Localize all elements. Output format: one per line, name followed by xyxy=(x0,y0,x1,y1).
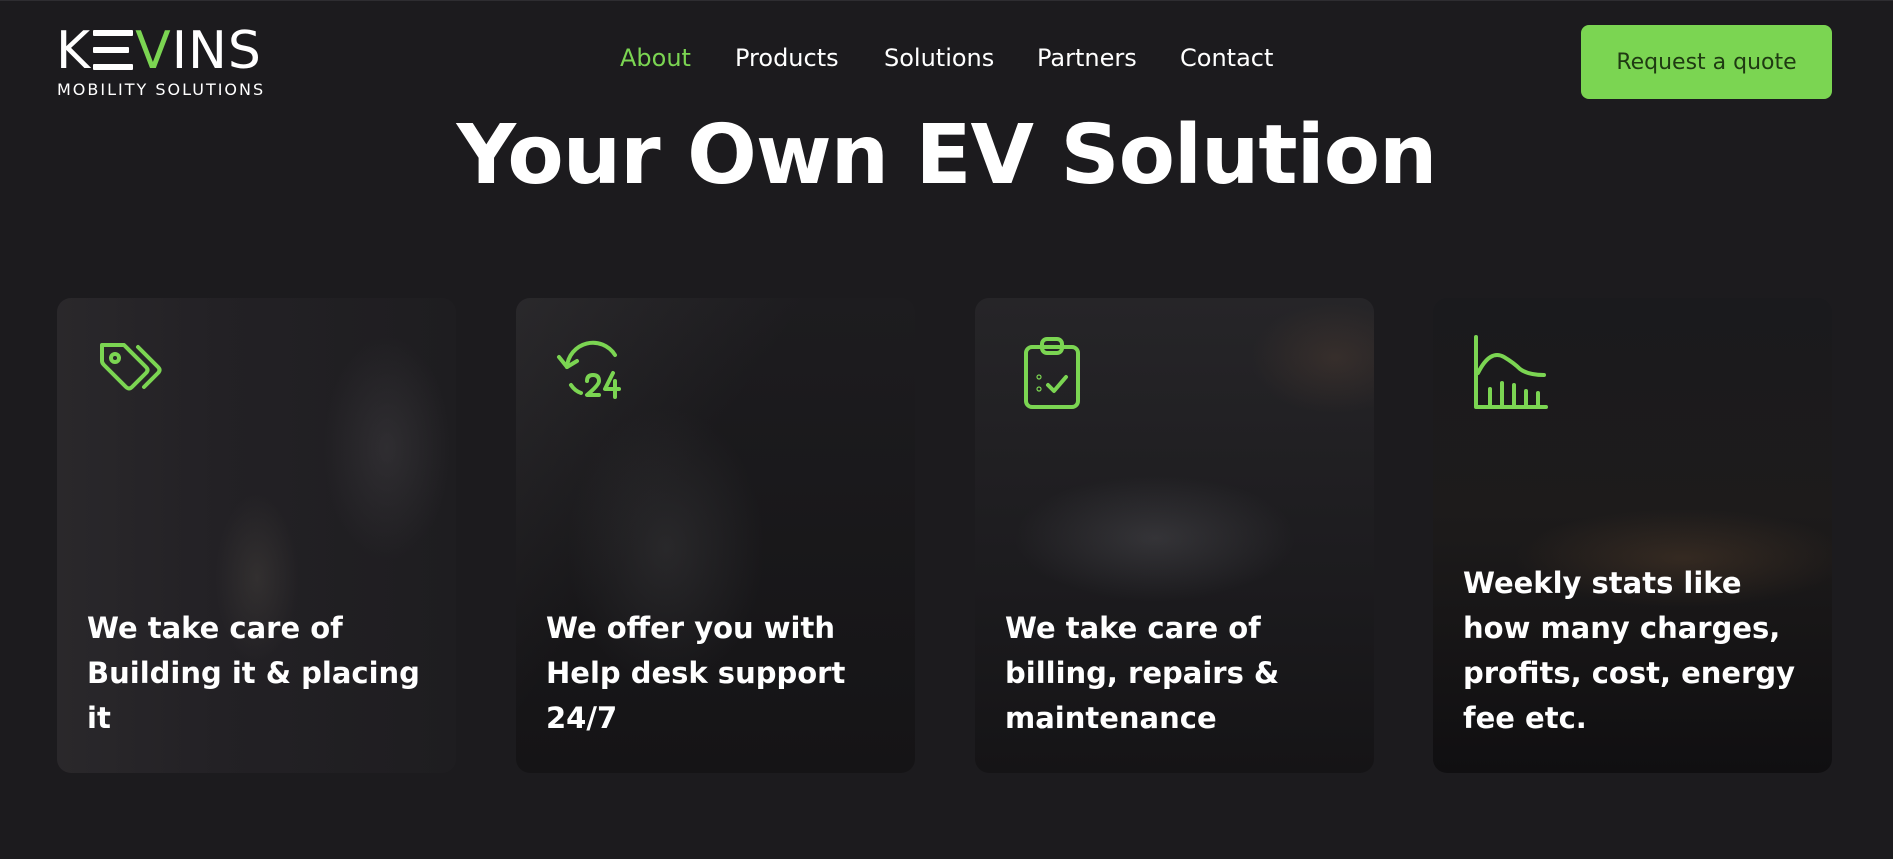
nav-solutions[interactable]: Solutions xyxy=(884,44,994,72)
clipboard-check-icon xyxy=(1012,333,1092,413)
feature-card-billing[interactable]: We take care of billing, repairs & maint… xyxy=(975,298,1374,773)
logo-e-mark xyxy=(93,30,134,70)
card-text: Weekly stats like how many charges, prof… xyxy=(1463,566,1796,735)
feature-card-building[interactable]: We take care of Building it & placing it xyxy=(57,298,456,773)
nav-products[interactable]: Products xyxy=(735,44,839,72)
feature-card-stats[interactable]: Weekly stats like how many charges, prof… xyxy=(1433,298,1832,773)
nav-about[interactable]: About xyxy=(620,44,691,72)
kevins-logo[interactable]: K VINS MOBILITY SOLUTIONS xyxy=(56,21,301,99)
nav-contact[interactable]: Contact xyxy=(1180,44,1273,72)
page-title: Your Own EV Solution xyxy=(456,108,1438,203)
feature-card-support[interactable]: We offer you with Help desk support 24/7 xyxy=(516,298,915,773)
24-hour-support-icon xyxy=(553,333,633,413)
logo-wordmark: K VINS xyxy=(56,21,262,81)
card-text: We offer you with Help desk support 24/7 xyxy=(546,611,846,735)
stats-chart-icon xyxy=(1470,333,1550,413)
card-text: We take care of Building it & placing it xyxy=(87,611,420,735)
top-border xyxy=(0,0,1893,1)
tags-icon xyxy=(94,333,174,413)
logo-tagline: MOBILITY SOLUTIONS xyxy=(57,80,266,99)
card-text: We take care of billing, repairs & maint… xyxy=(1005,611,1280,735)
nav-partners[interactable]: Partners xyxy=(1037,44,1137,72)
request-quote-button[interactable]: Request a quote xyxy=(1581,25,1832,99)
